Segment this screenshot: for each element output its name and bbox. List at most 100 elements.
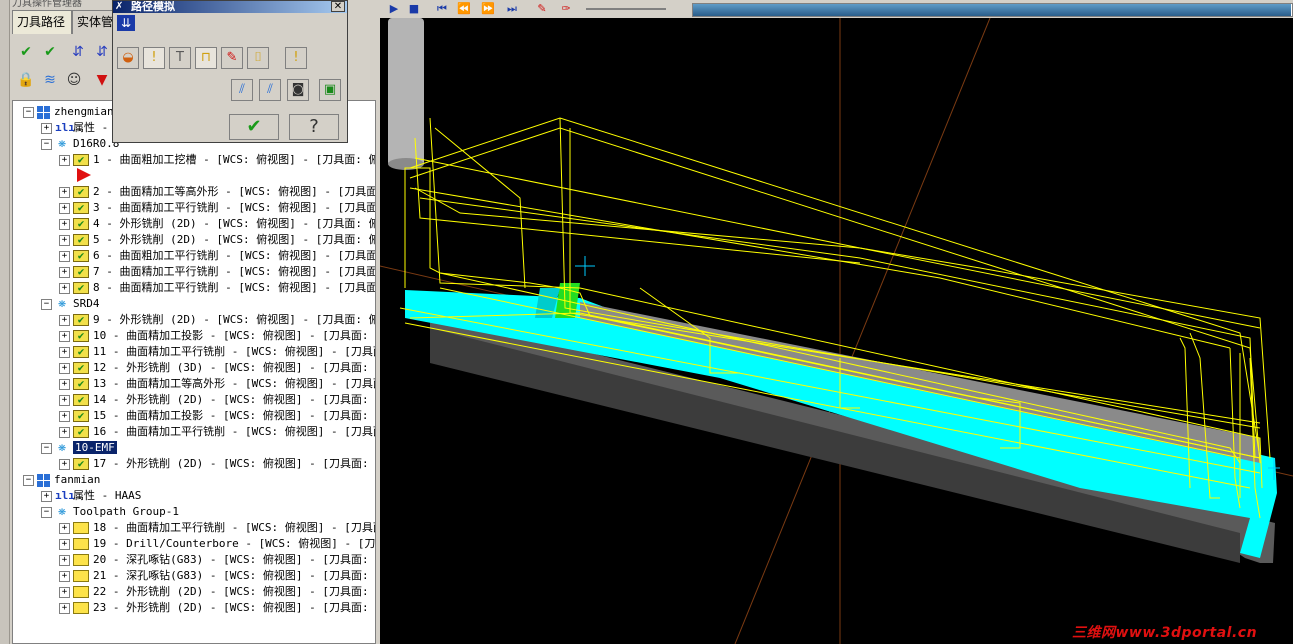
- operation-selected-check-icon: ✔: [73, 154, 89, 166]
- step-back-icon[interactable]: ⏮: [432, 0, 452, 18]
- tree-properties[interactable]: + ılı属性 -: [41, 120, 108, 136]
- operation-selected-check-icon: ✔: [73, 378, 89, 390]
- cutting-tool: [388, 18, 424, 166]
- toolpath-start-marker: [575, 256, 595, 276]
- operation-selected-check-icon: ✔: [73, 314, 89, 326]
- quick-verify-icon[interactable]: ⌷: [247, 47, 269, 69]
- tree-operation[interactable]: +✔3 - 曲面精加工平行铣削 - [WCS: 俯视图] - [刀具面: 俯视图…: [59, 200, 375, 216]
- operation-folder-icon: [73, 570, 89, 582]
- options-exclaim-icon[interactable]: !: [285, 47, 307, 69]
- tab-toolpaths[interactable]: 刀具路径: [12, 10, 72, 34]
- regenerate-dirty-icon[interactable]: ⇵: [92, 42, 112, 62]
- tree-operation[interactable]: +✔4 - 外形铣削 (2D) - [WCS: 俯视图] - [刀具面: 俯视图…: [59, 216, 375, 232]
- tree-properties[interactable]: + ılı属性 - HAAS: [41, 488, 141, 504]
- run-mode-icon[interactable]: ✑: [556, 0, 576, 18]
- tree-operation[interactable]: +✔15 - 曲面精加工投影 - [WCS: 俯视图] - [刀具面: 俯视图]: [59, 408, 375, 424]
- operation-selected-check-icon: ✔: [73, 186, 89, 198]
- display-rapid-icon[interactable]: ⊓: [195, 47, 217, 69]
- properties-icon: ılı: [55, 121, 75, 134]
- tree-operation[interactable]: +23 - 外形铣削 (2D) - [WCS: 俯视图] - [刀具面: 俯视图…: [59, 600, 375, 616]
- tree-operation[interactable]: +✔1 - 曲面粗加工挖槽 - [WCS: 俯视图] - [刀具面: 俯视图]: [59, 152, 375, 168]
- operation-selected-check-icon: ✔: [73, 234, 89, 246]
- toolpath-group-icon: ❋: [58, 440, 66, 455]
- backplot-dialog: 路径模拟 ✗ ✕ ⇊ ◒ ! T ⊓ ✎ ⌷ ! ⫽ ⫽ ◙ ▣ ✔ ?: [112, 0, 348, 143]
- display-holder-icon[interactable]: T: [169, 47, 191, 69]
- regenerate-all-icon[interactable]: ⇵: [68, 42, 88, 62]
- operation-selected-check-icon: ✔: [73, 346, 89, 358]
- tree-operation[interactable]: +✔7 - 曲面精加工平行铣削 - [WCS: 俯视图] - [刀具面: 俯视图…: [59, 264, 375, 280]
- tree-toolpath-group[interactable]: − ❋ D16R0.8: [41, 136, 119, 152]
- operation-folder-icon: [73, 586, 89, 598]
- clear-screen-icon[interactable]: ⫽: [231, 79, 253, 101]
- tree-operation[interactable]: +✔10 - 曲面精加工投影 - [WCS: 俯视图] - [刀具面: 俯视图]: [59, 328, 375, 344]
- play-icon[interactable]: ▶: [384, 0, 404, 18]
- select-dirty-check-icon[interactable]: ✔: [40, 42, 60, 62]
- dialog-title-bar[interactable]: 路径模拟: [113, 1, 347, 13]
- machine-group-icon: [37, 473, 50, 487]
- speed-slider-track[interactable]: [586, 8, 666, 10]
- backplot-tool-icon: ✗: [115, 1, 124, 12]
- move-insert-arrow-icon[interactable]: ▼: [92, 70, 112, 90]
- operation-folder-icon: [73, 554, 89, 566]
- operation-selected-check-icon: ✔: [73, 218, 89, 230]
- ok-check-icon[interactable]: ✔: [229, 114, 279, 140]
- panel-title: 刀具操作管理器: [12, 0, 82, 9]
- toolpath-group-icon: ❋: [58, 136, 66, 151]
- tree-machine-group[interactable]: − zhengmian: [23, 104, 114, 120]
- tree-operation[interactable]: +20 - 深孔啄钻(G83) - [WCS: 俯视图] - [刀具面: 俯视图…: [59, 552, 375, 568]
- tree-operation[interactable]: +19 - Drill/Counterbore - [WCS: 俯视图] - […: [59, 536, 375, 552]
- tree-operation[interactable]: +✔16 - 曲面精加工平行铣削 - [WCS: 俯视图] - [刀具面: 俯视…: [59, 424, 375, 440]
- fast-forward-icon[interactable]: ⏩: [478, 0, 498, 18]
- tree-operation[interactable]: +✔5 - 外形铣削 (2D) - [WCS: 俯视图] - [刀具面: 俯视图…: [59, 232, 375, 248]
- step-forward-icon[interactable]: ⏭: [502, 0, 522, 18]
- tree-operation[interactable]: +✔8 - 曲面精加工平行铣削 - [WCS: 俯视图] - [刀具面: 俯视图…: [59, 280, 375, 296]
- tree-operation[interactable]: +21 - 深孔啄钻(G83) - [WCS: 俯视图] - [刀具面: 俯视图…: [59, 568, 375, 584]
- left-dock-strip: [0, 0, 10, 644]
- expand-down-icon[interactable]: ⇊: [117, 15, 135, 31]
- lock-icon[interactable]: 🔒: [16, 70, 36, 90]
- save-path-icon[interactable]: ⫽: [259, 79, 281, 101]
- tree-operation[interactable]: +✔2 - 曲面精加工等高外形 - [WCS: 俯视图] - [刀具面: 俯视图…: [59, 184, 375, 200]
- properties-icon: ılı: [55, 489, 75, 502]
- toolpath-scene: [380, 18, 1293, 644]
- graphics-viewport[interactable]: ▶ ■ ⏮ ⏪ ⏩ ⏭ ✎ ✑: [380, 0, 1293, 644]
- tree-toolpath-group[interactable]: − ❋ Toolpath Group-1: [41, 504, 179, 520]
- select-all-check-icon[interactable]: ✔: [16, 42, 36, 62]
- tree-operation[interactable]: +18 - 曲面精加工平行铣削 - [WCS: 俯视图] - [刀具面: 俯视图…: [59, 520, 375, 536]
- operation-selected-check-icon: ✔: [73, 330, 89, 342]
- tree-operation[interactable]: +✔9 - 外形铣削 (2D) - [WCS: 俯视图] - [刀具面: 俯视图…: [59, 312, 375, 328]
- tree-operation[interactable]: +✔11 - 曲面精加工平行铣削 - [WCS: 俯视图] - [刀具面: 俯视…: [59, 344, 375, 360]
- operation-selected-check-icon: ✔: [73, 410, 89, 422]
- tab-solids[interactable]: 实体管理: [72, 10, 125, 34]
- tree-machine-group[interactable]: − fanmian: [23, 472, 100, 488]
- operation-selected-check-icon: ✔: [73, 266, 89, 278]
- rewind-icon[interactable]: ⏪: [454, 0, 474, 18]
- display-tool-icon[interactable]: !: [143, 47, 165, 69]
- stop-icon[interactable]: ■: [404, 0, 424, 18]
- tree-operation[interactable]: +✔13 - 曲面精加工等高外形 - [WCS: 俯视图] - [刀具面: 俯视…: [59, 376, 375, 392]
- operation-folder-icon: [73, 522, 89, 534]
- display-endpoints-icon[interactable]: ✎: [221, 47, 243, 69]
- operation-selected-check-icon: ✔: [73, 282, 89, 294]
- trace-mode-icon[interactable]: ✎: [532, 0, 552, 18]
- help-icon[interactable]: ?: [289, 114, 339, 140]
- display-color-icon[interactable]: ◒: [117, 47, 139, 69]
- tree-operation[interactable]: +✔14 - 外形铣削 (2D) - [WCS: 俯视图] - [刀具面: 俯视…: [59, 392, 375, 408]
- operation-folder-icon: [73, 538, 89, 550]
- tree-operation[interactable]: +✔6 - 曲面粗加工平行铣削 - [WCS: 俯视图] - [刀具面: 俯视图…: [59, 248, 375, 264]
- tree-toolpath-group[interactable]: − ❋ SRD4: [41, 296, 100, 312]
- tree-operation[interactable]: +✔12 - 外形铣削 (3D) - [WCS: 俯视图] - [刀具面: 俯视…: [59, 360, 375, 376]
- insert-arrow-marker[interactable]: [73, 168, 91, 184]
- toggle-display-icon[interactable]: ≋: [40, 70, 60, 90]
- tree-operation[interactable]: +✔17 - 外形铣削 (2D) - [WCS: 俯视图] - [刀具面: 俯视…: [59, 456, 375, 472]
- post-icon[interactable]: ☺: [64, 70, 84, 90]
- toolpath-group-icon: ❋: [58, 504, 66, 519]
- screenshot-camera-icon[interactable]: ◙: [287, 79, 309, 101]
- simulation-progress-bar[interactable]: [692, 3, 1293, 17]
- tree-operation[interactable]: +22 - 外形铣削 (2D) - [WCS: 俯视图] - [刀具面: 俯视图…: [59, 584, 375, 600]
- operation-selected-check-icon: ✔: [73, 362, 89, 374]
- tree-toolpath-group-selected[interactable]: − ❋ 10-EMF: [41, 440, 117, 456]
- close-icon[interactable]: ✕: [331, 1, 345, 12]
- operation-selected-check-icon: ✔: [73, 458, 89, 470]
- save-geometry-icon[interactable]: ▣: [319, 79, 341, 101]
